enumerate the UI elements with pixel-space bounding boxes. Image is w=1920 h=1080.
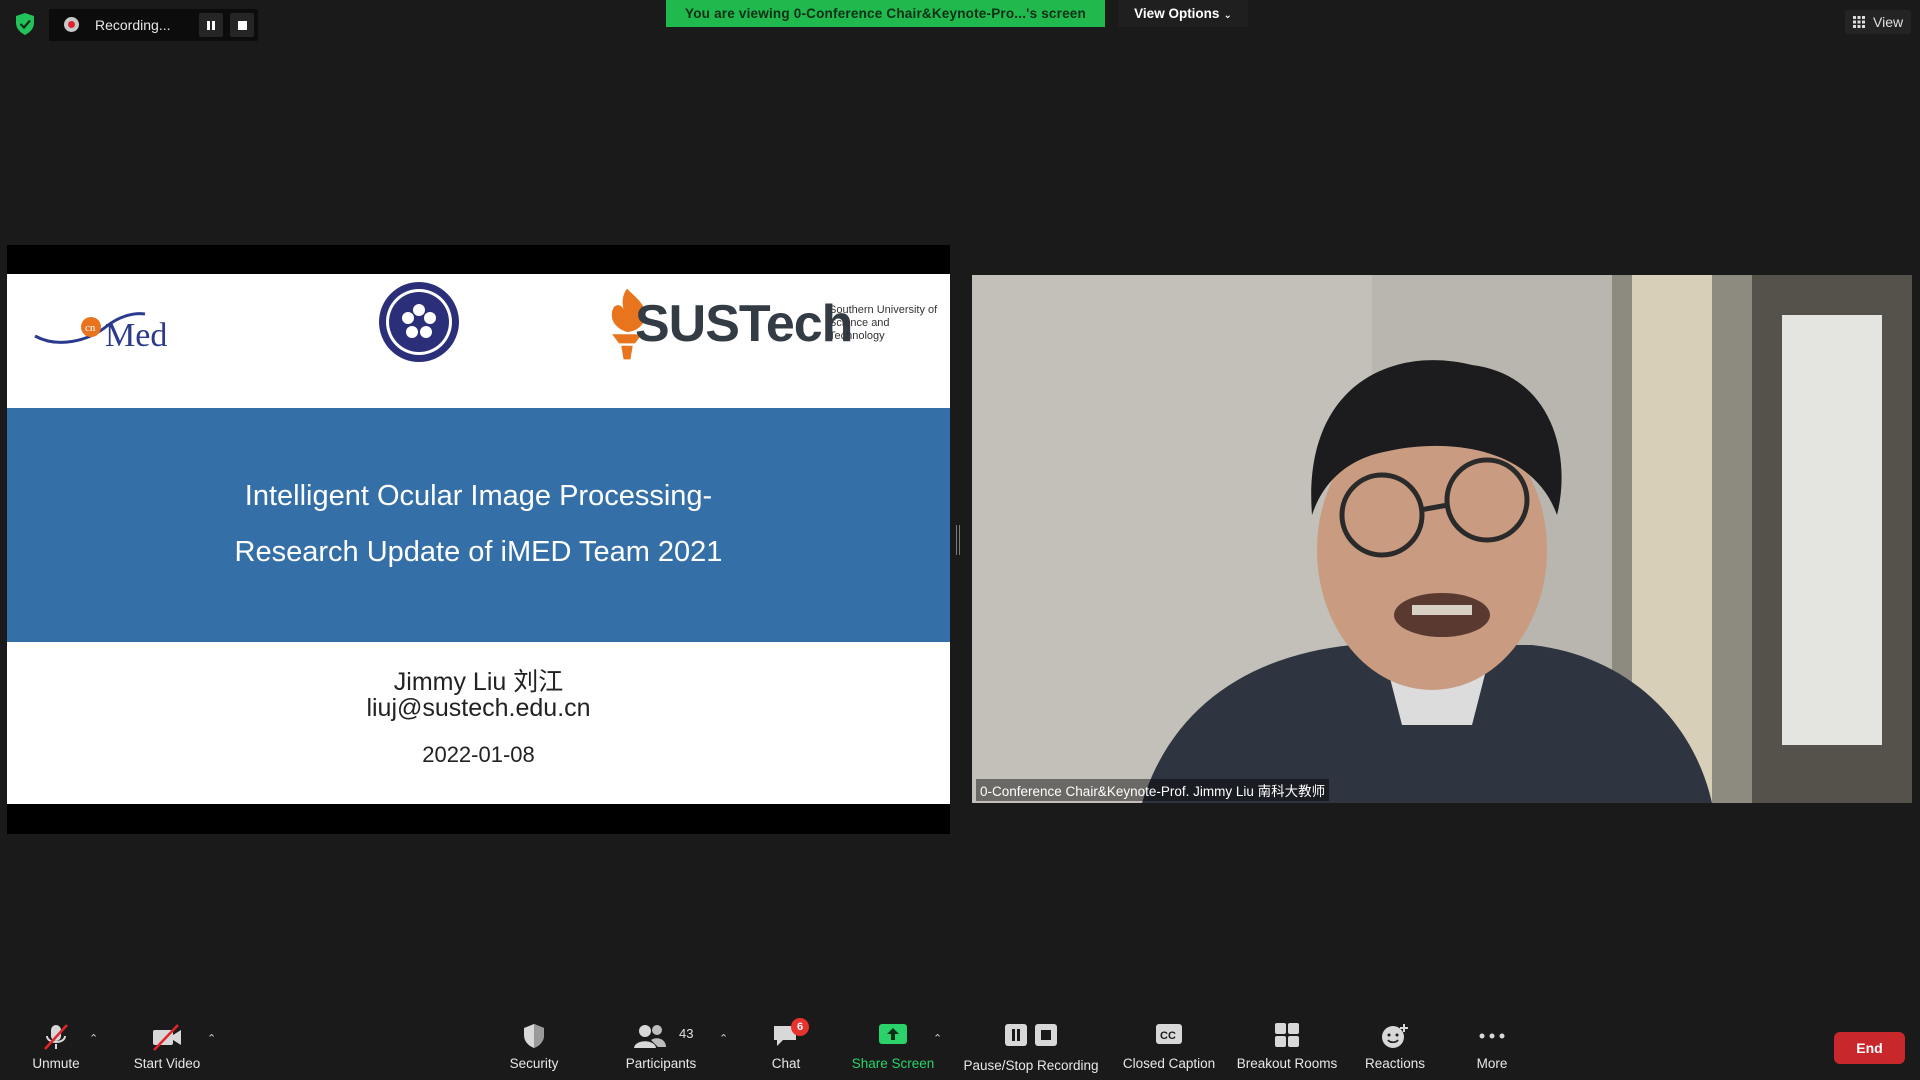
security-label: Security (509, 1056, 559, 1071)
smiley-plus-icon (1382, 1024, 1408, 1048)
end-meeting-button[interactable]: End (1834, 1032, 1905, 1064)
share-options-caret[interactable]: ⌃ (933, 1032, 942, 1045)
video-options-caret[interactable]: ⌃ (207, 1032, 216, 1045)
slide-title-line-2: Research Update of iMED Team 2021 (234, 536, 723, 568)
reactions-button[interactable]: Reactions (1355, 1010, 1435, 1080)
imed-logo-badge: cn (85, 322, 96, 334)
grid-icon (1853, 16, 1865, 28)
recording-dot-icon (64, 17, 79, 32)
reactions-label: Reactions (1364, 1056, 1426, 1071)
start-video-label: Start Video (133, 1056, 201, 1071)
chat-button[interactable]: 6 Chat (750, 1010, 822, 1080)
shield-icon (524, 1024, 544, 1048)
imed-logo-text: Med (105, 317, 167, 354)
chat-label: Chat (771, 1056, 801, 1071)
muted-microphone-icon (44, 1024, 68, 1050)
svg-text:CC: CC (1160, 1030, 1176, 1042)
pause-stop-recording-icon (1005, 1024, 1057, 1046)
imed-logo: cn Med (34, 312, 167, 354)
recording-indicator: Recording... (49, 9, 258, 41)
view-label: View (1873, 14, 1904, 30)
breakout-rooms-icon (1275, 1023, 1299, 1047)
recording-label: Recording... (95, 17, 171, 33)
split-view-drag-handle[interactable] (955, 525, 961, 555)
start-video-button[interactable]: Start Video (125, 1010, 209, 1080)
cc-icon: CC (1156, 1024, 1182, 1044)
pause-stop-recording-label: Pause/Stop Recording (963, 1058, 1099, 1073)
presentation-slide: cn Med SUSTech Southern University of Sc… (7, 274, 950, 804)
audio-options-caret[interactable]: ⌃ (89, 1032, 98, 1045)
pause-stop-recording-button[interactable]: Pause/Stop Recording (958, 1010, 1104, 1080)
view-options-label: View Options (1134, 6, 1220, 21)
pause-recording-button[interactable] (199, 13, 223, 37)
participant-video-feed (972, 275, 1912, 803)
more-ellipsis-icon (1479, 1033, 1505, 1039)
view-options-button[interactable]: View Options ⌄ (1118, 0, 1248, 27)
breakout-rooms-label: Breakout Rooms (1236, 1056, 1338, 1071)
chevron-down-icon: ⌄ (1223, 10, 1232, 21)
share-screen-label: Share Screen (851, 1056, 935, 1071)
slide-author: Jimmy Liu 刘江 (393, 668, 564, 696)
slide-date: 2022-01-08 (422, 742, 535, 767)
participants-options-caret[interactable]: ⌃ (719, 1032, 728, 1045)
cas-emblem-logo (379, 282, 459, 362)
video-off-icon (153, 1024, 181, 1051)
more-button[interactable]: More (1456, 1010, 1528, 1080)
view-layout-button[interactable]: View (1845, 10, 1911, 34)
closed-caption-label: Closed Caption (1122, 1056, 1216, 1071)
unmute-label: Unmute (32, 1056, 80, 1071)
stop-recording-button[interactable] (230, 13, 254, 37)
slide-email: liuj@sustech.edu.cn (366, 694, 591, 722)
more-label: More (1476, 1056, 1508, 1071)
share-screen-button[interactable]: Share Screen (846, 1010, 940, 1080)
slide-title: Intelligent Ocular Image Processing- Res… (7, 468, 950, 580)
participants-label: Participants (625, 1056, 697, 1071)
participant-video-tile[interactable]: 0-Conference Chair&Keynote-Prof. Jimmy L… (972, 275, 1912, 803)
security-button[interactable]: Security (498, 1010, 570, 1080)
meeting-toolbar: Unmute ⌃ Start Video ⌃ Security 43 Parti… (0, 1010, 1920, 1080)
participants-icon (633, 1025, 666, 1048)
participants-button[interactable]: 43 Participants (615, 1010, 707, 1080)
chat-unread-badge: 6 (791, 1018, 809, 1036)
slide-logo-header: cn Med SUSTech Southern University of Sc… (7, 274, 950, 406)
sustech-wordmark: SUSTech (635, 295, 853, 353)
participants-count: 43 (679, 1026, 694, 1041)
slide-title-line-1: Intelligent Ocular Image Processing- (244, 480, 713, 512)
sustech-subtitle: Southern University of Science and Techn… (829, 304, 938, 342)
slide-title-band: Intelligent Ocular Image Processing- Res… (7, 408, 950, 642)
participant-name-label: 0-Conference Chair&Keynote-Prof. Jimmy L… (976, 779, 1330, 801)
viewing-screen-banner: You are viewing 0-Conference Chair&Keyno… (666, 0, 1105, 27)
breakout-rooms-button[interactable]: Breakout Rooms (1232, 1010, 1342, 1080)
unmute-button[interactable]: Unmute (20, 1010, 92, 1080)
security-shield-icon[interactable] (14, 12, 36, 36)
closed-caption-button[interactable]: CC Closed Caption (1118, 1010, 1220, 1080)
share-screen-icon (879, 1024, 907, 1044)
